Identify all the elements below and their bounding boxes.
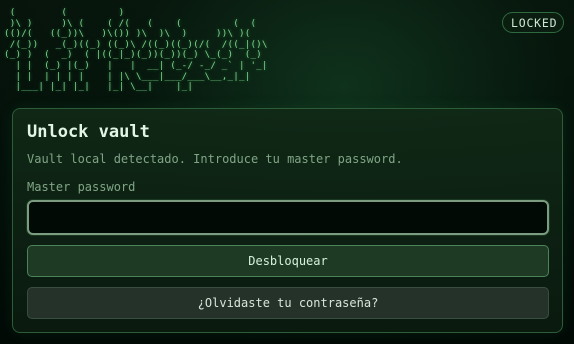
ascii-art-logo: ( ( ) )\ ) )\ ( ( /( ( ( ( ( (()/( ((_))… <box>4 7 268 93</box>
status-badge: LOCKED <box>502 12 564 33</box>
password-label: Master password <box>27 180 136 194</box>
unlock-screen: ( ( ) )\ ) )\ ( ( /( ( ( ( ( (()/( ((_))… <box>0 0 574 344</box>
master-password-input[interactable] <box>27 200 549 235</box>
unlock-card: Unlock vault Vault local detectado. Intr… <box>12 108 563 333</box>
card-description: Vault local detectado. Introduce tu mast… <box>27 152 403 166</box>
page-title: Unlock vault <box>27 122 150 142</box>
unlock-button[interactable]: Desbloquear <box>27 245 549 277</box>
forgot-password-button[interactable]: ¿Olvidaste tu contraseña? <box>27 287 549 319</box>
